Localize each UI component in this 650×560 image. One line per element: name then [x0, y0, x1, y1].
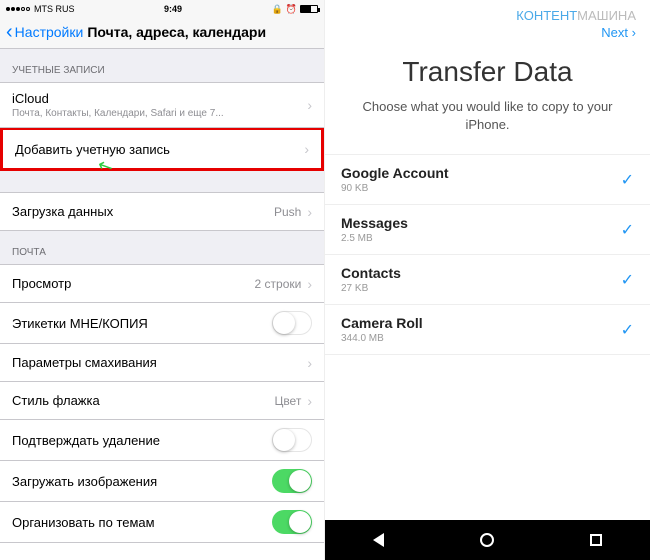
add-account-row[interactable]: Добавить учетную запись › ↖ [3, 130, 321, 168]
next-label: Next [601, 25, 628, 40]
fetch-value: Push [274, 205, 301, 219]
check-icon: ✓ [621, 220, 634, 240]
page-title: Transfer Data [325, 56, 650, 88]
confirm-delete-label: Подтверждать удаление [12, 433, 272, 448]
check-icon: ✓ [621, 320, 634, 340]
item-size: 27 KB [341, 283, 621, 294]
transfer-item-camera-roll[interactable]: Camera Roll 344.0 MB ✓ [325, 305, 650, 355]
icloud-row[interactable]: iCloud Почта, Контакты, Календари, Safar… [0, 83, 324, 128]
flag-label: Стиль флажка [12, 393, 274, 408]
ios-settings-screen: MTS RUS 9:49 🔒 ⏰ ‹ Настройки Почта, адре… [0, 0, 325, 560]
transfer-list: Google Account 90 KB ✓ Messages 2.5 MB ✓… [325, 154, 650, 355]
chevron-right-icon: › [307, 204, 312, 220]
swipe-label: Параметры смахивания [12, 355, 307, 370]
confirm-delete-switch[interactable] [272, 428, 312, 452]
load-images-row[interactable]: Загружать изображения [0, 461, 324, 502]
chevron-right-icon: › [307, 355, 312, 371]
nav-home-icon[interactable] [480, 533, 494, 547]
chevron-right-icon: › [304, 141, 309, 157]
section-accounts-header: УЧЕТНЫЕ ЗАПИСИ [0, 49, 324, 83]
android-navbar [325, 520, 650, 560]
ios-navbar: ‹ Настройки Почта, адреса, календари [0, 18, 324, 49]
next-button[interactable]: Next › [325, 25, 650, 42]
section-mail-header: ПОЧТА [0, 231, 324, 265]
chevron-right-icon: › [307, 276, 312, 292]
chevron-right-icon: › [307, 393, 312, 409]
brand-part-2: МАШИНА [577, 8, 636, 23]
preview-row[interactable]: Просмотр 2 строки › [0, 265, 324, 303]
item-size: 344.0 MB [341, 333, 621, 344]
transfer-item-google[interactable]: Google Account 90 KB ✓ [325, 155, 650, 205]
item-title: Contacts [341, 265, 621, 281]
signal-dots-icon [6, 7, 30, 11]
highlight-annotation: Добавить учетную запись › ↖ [0, 127, 324, 171]
transfer-item-messages[interactable]: Messages 2.5 MB ✓ [325, 205, 650, 255]
back-button[interactable]: ‹ Настройки [6, 24, 83, 40]
load-images-label: Загружать изображения [12, 474, 272, 489]
organize-thread-switch[interactable] [272, 510, 312, 534]
carrier-label: MTS RUS [34, 4, 75, 14]
cc-labels-row[interactable]: Этикетки МНЕ/КОПИЯ [0, 303, 324, 344]
confirm-delete-row[interactable]: Подтверждать удаление [0, 420, 324, 461]
item-size: 90 KB [341, 183, 621, 194]
status-bar: MTS RUS 9:49 🔒 ⏰ [0, 0, 324, 18]
alarm-icon: ⏰ [286, 4, 297, 15]
page-subtitle: Choose what you would like to copy to yo… [325, 88, 650, 154]
load-images-switch[interactable] [272, 469, 312, 493]
item-title: Messages [341, 215, 621, 231]
back-label: Настройки [15, 24, 84, 40]
transfer-item-contacts[interactable]: Contacts 27 KB ✓ [325, 255, 650, 305]
group-separator [0, 171, 324, 193]
nav-title: Почта, адреса, календари [87, 24, 266, 40]
organize-thread-row[interactable]: Организовать по темам [0, 502, 324, 543]
chevron-right-icon: › [307, 97, 312, 113]
fetch-label: Загрузка данных [12, 204, 274, 219]
item-size: 2.5 MB [341, 233, 621, 244]
chevron-right-icon: › [632, 25, 636, 40]
icloud-subtitle: Почта, Контакты, Календари, Safari и еще… [12, 108, 307, 119]
preview-value: 2 строки [255, 277, 302, 291]
icloud-title: iCloud [12, 91, 307, 106]
android-transfer-screen: КОНТЕНТМАШИНА Next › Transfer Data Choos… [325, 0, 650, 560]
item-title: Google Account [341, 165, 621, 181]
check-icon: ✓ [621, 270, 634, 290]
cc-labels-label: Этикетки МНЕ/КОПИЯ [12, 316, 272, 331]
chevron-left-icon: ‹ [6, 25, 13, 39]
status-time: 9:49 [75, 4, 272, 14]
flag-style-row[interactable]: Стиль флажка Цвет › [0, 382, 324, 420]
orientation-lock-icon: 🔒 [272, 4, 283, 15]
watermark: КОНТЕНТМАШИНА [325, 0, 650, 25]
battery-icon [300, 5, 318, 13]
swipe-options-row[interactable]: Параметры смахивания › [0, 344, 324, 382]
fetch-data-row[interactable]: Загрузка данных Push › [0, 193, 324, 231]
check-icon: ✓ [621, 170, 634, 190]
organize-thread-label: Организовать по темам [12, 515, 272, 530]
nav-back-icon[interactable] [373, 533, 384, 547]
cc-labels-switch[interactable] [272, 311, 312, 335]
add-account-label: Добавить учетную запись [15, 142, 304, 157]
flag-value: Цвет [274, 394, 301, 408]
brand-part-1: КОНТЕНТ [516, 8, 577, 23]
item-title: Camera Roll [341, 315, 621, 331]
preview-label: Просмотр [12, 276, 255, 291]
nav-recent-icon[interactable] [590, 534, 602, 546]
